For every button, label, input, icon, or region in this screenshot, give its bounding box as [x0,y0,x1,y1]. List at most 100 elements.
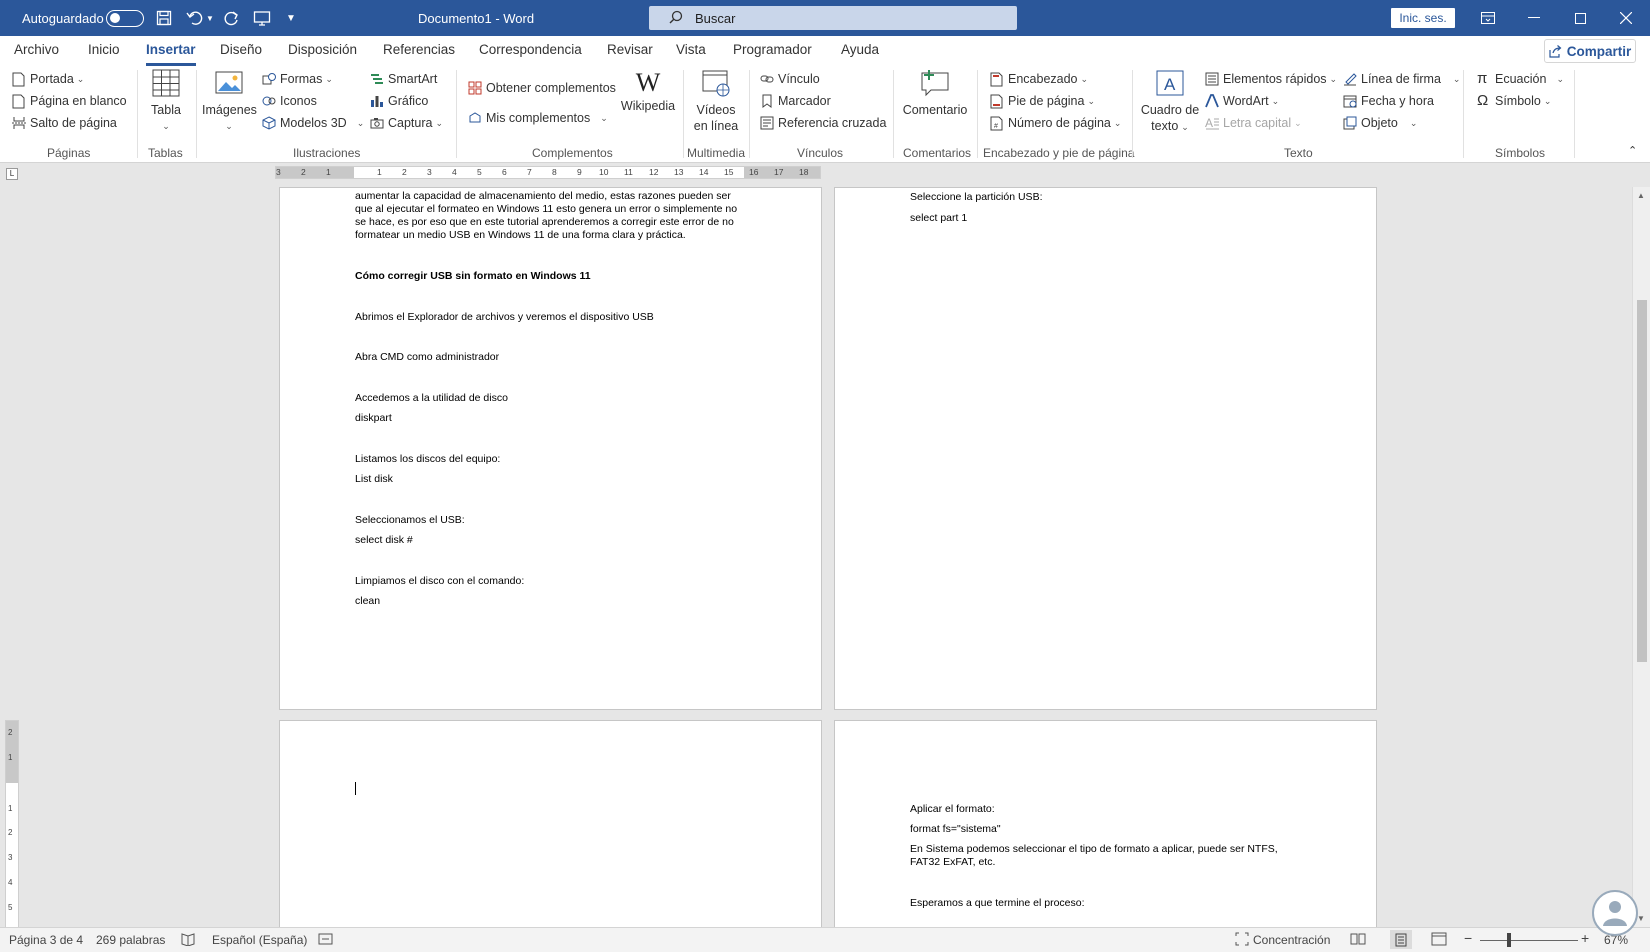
screenshot-button[interactable]: Captura ⌄ [370,113,443,133]
text-box-button[interactable]: A Cuadro de texto ⌄ [1138,68,1202,135]
ribbon-display-icon[interactable] [1465,0,1511,36]
ruler-tick: 16 [749,167,759,177]
present-icon[interactable] [253,0,271,36]
my-addins-button[interactable]: Mis complementos ⌄ [468,108,608,128]
signature-line-button[interactable]: Línea de firma ⌄ [1343,69,1460,89]
paragraph: List disk [355,473,393,485]
signature-line-label: Línea de firma [1361,72,1441,86]
blank-page-button[interactable]: Página en blanco [12,91,127,111]
online-video-label-2: en línea [693,119,739,133]
zoom-slider-thumb[interactable] [1507,933,1511,947]
tab-ayuda[interactable]: Ayuda [841,42,879,64]
ruler-tick: 13 [674,167,684,177]
horizontal-ruler[interactable]: 3 2 1 1 2 3 4 5 6 7 8 9 10 11 12 13 14 1… [275,166,821,179]
maximize-icon[interactable] [1557,0,1603,36]
tab-insertar[interactable]: Insertar [146,42,196,66]
paragraph: Esperamos a que termine el proceso: [910,897,1085,909]
link-label: Vínculo [778,72,820,86]
tab-vista[interactable]: Vista [676,42,706,64]
search-input[interactable]: Buscar [649,6,1017,30]
proofing-icon[interactable] [181,932,195,949]
web-layout-icon[interactable] [1431,932,1447,949]
page-number-icon: # [990,116,1004,131]
date-time-button[interactable]: Fecha y hora [1343,91,1434,111]
chart-button[interactable]: Gráfico [370,91,428,111]
minimize-icon[interactable] [1511,0,1557,36]
vertical-scrollbar[interactable]: ▲ ▼ [1632,187,1650,927]
images-button[interactable]: Imágenes ⌄ [202,68,257,134]
get-addins-button[interactable]: Obtener complementos [468,78,616,98]
object-button[interactable]: Objeto ⌄ [1343,113,1417,133]
ruler-area [0,163,1650,187]
undo-icon[interactable]: ▼ [186,0,214,36]
tab-referencias[interactable]: Referencias [383,42,455,64]
document-page-1[interactable]: aumentar la capacidad de almacenamiento … [279,187,822,710]
ruler-tick: 14 [699,167,709,177]
share-button[interactable]: Compartir [1544,39,1636,63]
quick-parts-button[interactable]: Elementos rápidos ⌄ [1205,69,1337,89]
tab-inicio[interactable]: Inicio [88,42,120,64]
accessibility-icon[interactable] [318,932,333,949]
scrollbar-thumb[interactable] [1637,300,1647,662]
tab-diseno[interactable]: Diseño [220,42,262,64]
autosave-toggle[interactable] [106,0,144,36]
portada-button[interactable]: Portada ⌄ [12,69,84,89]
symbol-button[interactable]: Ω Símbolo ⌄ [1477,91,1551,111]
bookmark-button[interactable]: Marcador [760,91,831,111]
zoom-slider-track[interactable] [1480,940,1578,941]
tab-programador[interactable]: Programador [733,42,812,64]
wikipedia-button[interactable]: W Wikipedia [618,68,678,114]
vertical-ruler[interactable]: 2 1 1 2 3 4 5 [5,720,19,930]
table-button[interactable]: Tabla ⌄ [148,68,184,134]
ruler-tick: 3 [276,167,281,177]
page-number-button[interactable]: # Número de página ⌄ [990,113,1121,133]
tab-archivo[interactable]: Archivo [14,42,59,64]
3d-models-button[interactable]: Modelos 3D ⌄ [262,113,364,133]
collapse-ribbon-icon[interactable]: ⌃ [1628,140,1637,160]
tab-selector[interactable]: L [6,168,18,180]
object-icon [1343,116,1357,130]
read-mode-icon[interactable] [1350,932,1366,949]
vruler-tick: 2 [8,728,13,737]
scroll-up-icon[interactable]: ▲ [1637,191,1645,200]
close-icon[interactable] [1603,0,1649,36]
zoom-out-icon[interactable]: − [1464,930,1472,946]
group-label-texto: Texto [1284,146,1313,160]
equation-button[interactable]: π Ecuación ⌄ [1477,69,1564,89]
language[interactable]: Español (España) [212,933,307,947]
focus-mode[interactable]: Concentración [1253,933,1330,947]
omega-icon: Ω [1477,92,1489,109]
zoom-in-icon[interactable]: + [1581,930,1589,946]
save-icon[interactable] [156,0,172,36]
document-page-4[interactable]: Aplicar el formato: format fs="sistema" … [834,720,1377,940]
shapes-button[interactable]: Formas ⌄ [262,69,333,89]
link-button[interactable]: Vínculo [760,69,820,89]
comment-button[interactable]: Comentario [900,68,970,118]
document-page-3[interactable] [279,720,822,940]
tab-correspondencia[interactable]: Correspondencia [479,42,582,64]
heading: Cómo corregir USB sin formato en Windows… [355,270,591,282]
tab-revisar[interactable]: Revisar [607,42,653,64]
print-layout-icon[interactable] [1390,930,1412,949]
smartart-button[interactable]: SmartArt [370,69,437,89]
word-count[interactable]: 269 palabras [96,933,165,947]
redo-icon[interactable] [224,0,240,36]
page-break-button[interactable]: Salto de página [12,113,117,133]
page-count[interactable]: Página 3 de 4 [9,933,83,947]
wordart-button[interactable]: WordArt ⌄ [1205,91,1279,111]
icons-button[interactable]: Iconos [262,91,317,111]
cross-reference-button[interactable]: Referencia cruzada [760,113,886,133]
paragraph: Listamos los discos del equipo: [355,453,501,465]
ruler-margin-left [276,167,354,178]
ruler-tick: 11 [624,167,633,177]
document-page-2[interactable]: Seleccione la partición USB: select part… [834,187,1377,710]
header-button[interactable]: Encabezado ⌄ [990,69,1088,89]
sign-in-button[interactable]: Inic. ses. [1391,8,1455,28]
drop-cap-button[interactable]: A Letra capital ⌄ [1205,113,1302,133]
ruler-tick: 9 [577,167,582,177]
tab-disposicion[interactable]: Disposición [288,42,357,64]
focus-icon[interactable] [1235,932,1249,949]
footer-button[interactable]: Pie de página ⌄ [990,91,1095,111]
online-video-button[interactable]: Vídeos en línea [690,68,742,134]
customize-toolbar-icon[interactable]: ▼ [286,0,296,36]
